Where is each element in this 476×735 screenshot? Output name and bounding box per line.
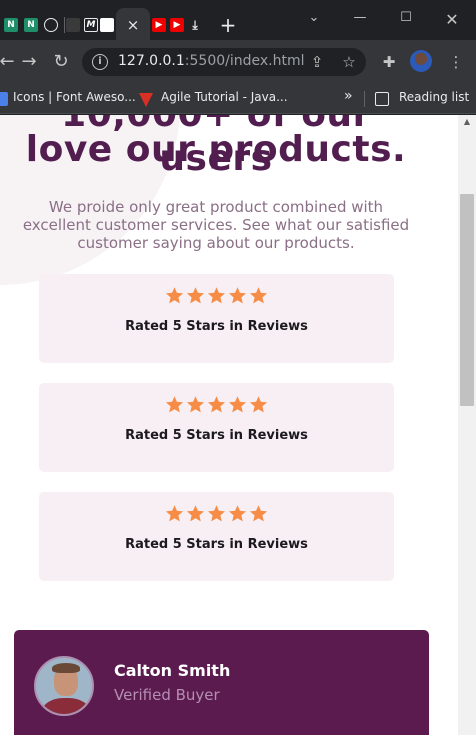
testimonial-role: Verified Buyer (114, 686, 220, 704)
rating-label: Rated 5 Stars in Reviews (125, 428, 308, 443)
star-icon (186, 504, 205, 523)
star-rating (39, 395, 394, 418)
profile-avatar[interactable] (410, 50, 432, 72)
rating-label: Rated 5 Stars in Reviews (125, 319, 308, 334)
maximize-icon[interactable]: ☐ (396, 10, 416, 25)
agile-tutorial-icon (139, 93, 153, 107)
star-icon (186, 286, 205, 305)
bookmark-reading-list[interactable]: Reading list (399, 90, 469, 104)
star-icon (207, 504, 226, 523)
globe-icon[interactable] (44, 18, 58, 32)
download-icon[interactable]: ⤓ (188, 18, 202, 32)
star-icon (249, 395, 268, 414)
star-icon (207, 395, 226, 414)
rating-card: Rated 5 Stars in Reviews (39, 383, 394, 472)
youtube-icon[interactable]: ▶ (152, 18, 166, 32)
new-tab-button[interactable]: + (218, 14, 238, 36)
medium-icon[interactable]: M (84, 18, 98, 32)
forward-icon[interactable]: → (18, 51, 40, 73)
page-viewport: 10,000+ of our users love our products. … (0, 115, 458, 735)
star-icon (186, 395, 205, 414)
rating-label: Rated 5 Stars in Reviews (125, 537, 308, 552)
site-info-icon[interactable]: i (92, 54, 108, 70)
window-close-icon[interactable]: ✕ (442, 10, 462, 29)
star-icon (165, 395, 184, 414)
star-icon (249, 504, 268, 523)
tab-search-icon[interactable]: ⌄ (304, 10, 324, 25)
scrollbar-thumb[interactable] (460, 194, 474, 406)
star-icon (165, 504, 184, 523)
star-icon (228, 395, 247, 414)
close-icon[interactable]: × (127, 16, 140, 34)
testimonial-card: Calton Smith Verified Buyer (14, 630, 429, 735)
star-rating (39, 504, 394, 527)
bookmark-font-awesome[interactable]: Icons | Font Aweso... (13, 90, 136, 104)
intro-text: We proide only great product combined wi… (22, 198, 410, 252)
pinned-tab-icon[interactable]: N (24, 18, 38, 32)
star-icon (207, 286, 226, 305)
testimonial-name: Calton Smith (114, 661, 231, 680)
headline-line-2: love our products. (25, 129, 407, 170)
youtube-icon[interactable]: ▶ (170, 18, 184, 32)
star-icon (165, 286, 184, 305)
rating-card: Rated 5 Stars in Reviews (39, 274, 394, 363)
extensions-icon[interactable]: ✚ (379, 52, 399, 72)
tab-strip: N N M × ▶ ▶ ⤓ + ⌄ — ☐ ✕ (0, 0, 476, 42)
star-icon (228, 504, 247, 523)
pinned-tab-icon[interactable] (66, 18, 80, 32)
bookmarks-overflow-icon[interactable]: » (344, 88, 353, 104)
share-icon[interactable]: ⇪ (307, 52, 327, 72)
star-icon (249, 286, 268, 305)
star-icon (228, 286, 247, 305)
bookmarks-bar: Icons | Font Aweso... Agile Tutorial - J… (0, 84, 476, 114)
pinned-tab-icon[interactable]: N (4, 18, 18, 32)
avatar (34, 656, 94, 716)
tab-separator (64, 17, 65, 33)
minimize-icon[interactable]: — (350, 10, 370, 25)
font-awesome-icon (0, 92, 8, 106)
bookmark-agile-tutorial[interactable]: Agile Tutorial - Java... (161, 90, 288, 104)
back-icon[interactable]: ← (0, 51, 18, 73)
pinned-tab-icon[interactable] (100, 18, 114, 32)
scroll-up-icon[interactable]: ▲ (458, 117, 476, 126)
bookmark-separator (364, 91, 365, 107)
rating-card: Rated 5 Stars in Reviews (39, 492, 394, 581)
active-tab[interactable]: × (116, 8, 150, 42)
reload-icon[interactable]: ↻ (50, 51, 72, 73)
url-text[interactable]: 127.0.0.1:5500/index.html (118, 53, 305, 69)
page-scrollbar[interactable]: ▲ (458, 115, 476, 735)
reading-list-icon (375, 92, 389, 106)
menu-icon[interactable]: ⋮ (446, 52, 466, 72)
star-rating (39, 286, 394, 309)
bookmark-star-icon[interactable]: ☆ (339, 52, 359, 72)
